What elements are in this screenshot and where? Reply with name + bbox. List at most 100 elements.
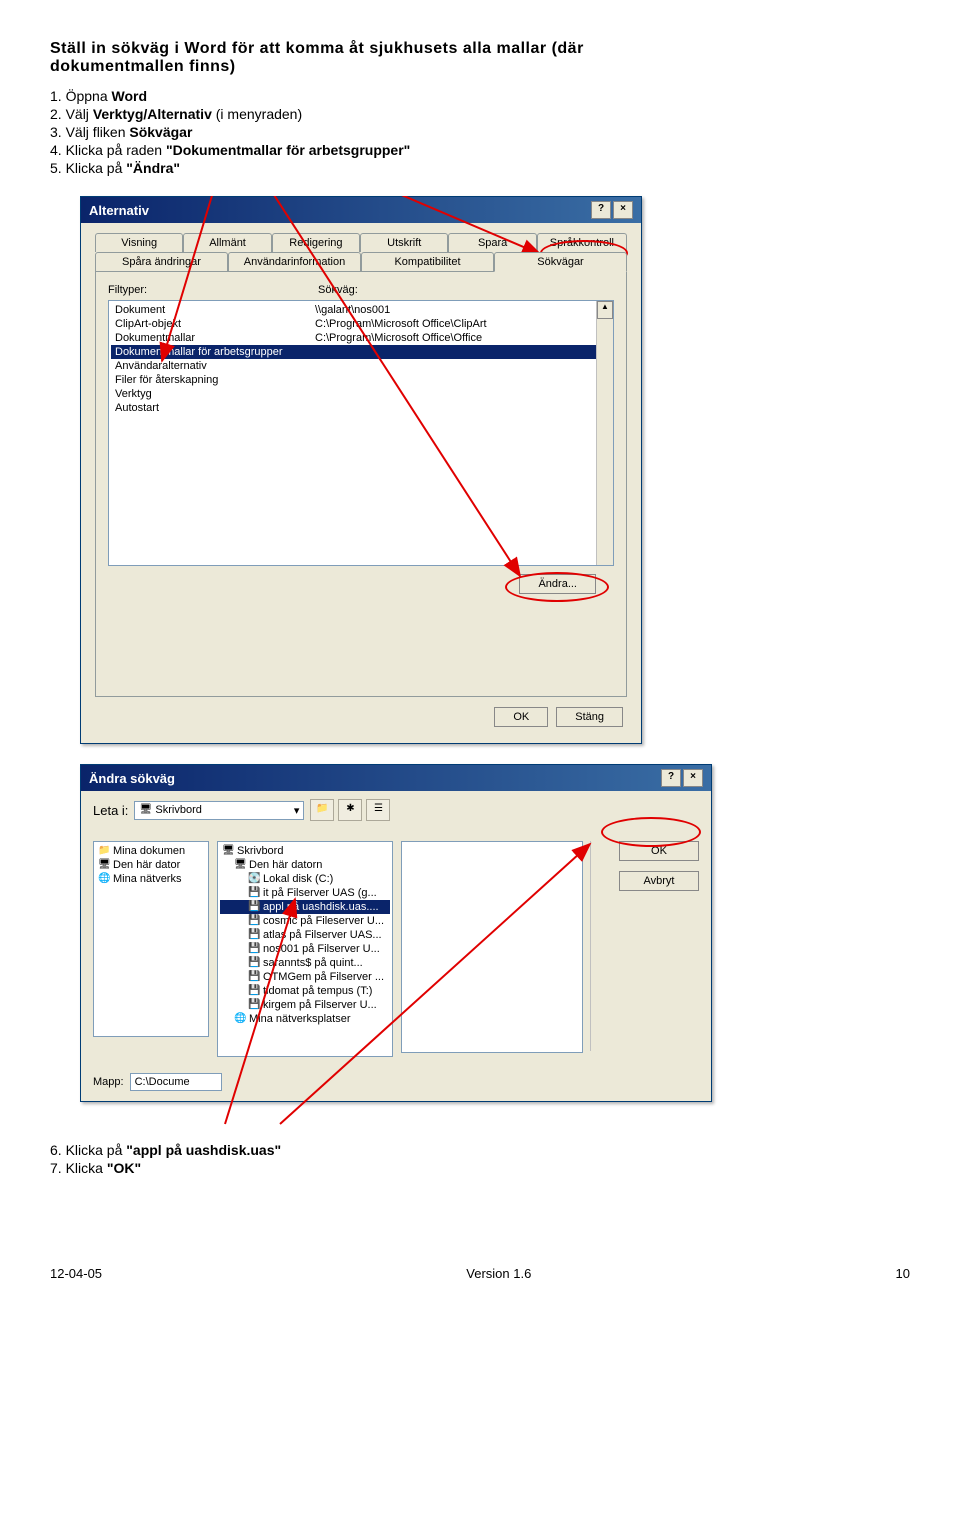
list-item[interactable]: 💾atlas på Filserver UAS... [220,928,390,942]
tab-spara[interactable]: Spara [448,233,536,252]
list-item[interactable]: 🖥Den här datorn [220,858,390,872]
leta-label: Leta i: [93,803,128,818]
step7-text: 7. Klicka [50,1160,107,1176]
mapp-input[interactable]: C:\Docume [130,1073,222,1091]
list-path: \\galant\nos001 [315,304,390,316]
network-icon: 🌐 [234,1013,246,1025]
list-item[interactable]: Filer för återskapning [115,374,315,386]
list-view-icon[interactable]: ☰ [366,799,390,821]
list-item[interactable]: 🌐Mina nätverksplatser [220,1012,390,1026]
netdrive-icon: 💾 [248,929,260,941]
list-item[interactable]: 💾tidomat på tempus (T:) [220,984,390,998]
list-item-selected[interactable]: 💾appl på uashdisk.uas.... [220,900,390,914]
help-icon[interactable]: ? [591,201,611,219]
list-item[interactable]: 💽Lokal disk (C:) [220,872,390,886]
stang-button[interactable]: Stäng [556,707,623,727]
netdrive-icon: 💾 [248,985,260,997]
avbryt-button[interactable]: Avbryt [619,871,699,891]
step1-bold: Word [112,88,148,104]
disk-icon: 💽 [248,873,260,885]
tab-utskrift[interactable]: Utskrift [360,233,448,252]
step2-text: 2. Välj [50,106,93,122]
scroll-up-icon[interactable]: ▲ [597,301,613,319]
folder-icon: 📁 [98,845,110,857]
tab-sokvagar[interactable]: Sökvägar [494,252,627,272]
step6-text: 6. Klicka på [50,1142,126,1158]
list-item-selected[interactable]: Dokumentmallar för arbetsgrupper [115,346,315,358]
leta-dropdown[interactable]: 🖥 Skrivbord ▾ [134,801,304,820]
paths-listbox[interactable]: Dokument\\galant\nos001 ClipArt-objektC:… [108,300,614,566]
close-icon[interactable]: × [613,201,633,219]
netdrive-icon: 💾 [248,957,260,969]
tab-redigering[interactable]: Redigering [272,233,360,252]
new-folder-icon[interactable]: ✱ [338,799,362,821]
tab-anvandarinfo[interactable]: Användarinformation [228,252,361,272]
list-item[interactable]: 💾it på Filserver UAS (g... [220,886,390,900]
tab-visning[interactable]: Visning [95,233,183,252]
folder-tree[interactable]: 🖥Skrivbord 🖥Den här datorn 💽Lokal disk (… [217,841,393,1057]
list-item[interactable]: 🌐Mina nätverks [96,872,206,886]
places-bar[interactable]: 📁Mina dokumen 🖥Den här dator 🌐Mina nätve… [93,841,209,1037]
step2-suffix: (i menyraden) [212,106,302,122]
list-item[interactable]: 🖥Skrivbord [220,844,390,858]
netdrive-icon: 💾 [248,999,260,1011]
list-item[interactable]: 📁Mina dokumen [96,844,206,858]
list-item[interactable]: 💾cosmic på Fileserver U... [220,914,390,928]
list-item[interactable]: Verktyg [115,388,315,400]
filtyper-label: Filtyper: [108,284,318,296]
computer-icon: 🖥 [234,859,246,871]
scrollbar[interactable] [590,841,607,1051]
page-title-line1: Ställ in sökväg i Word för att komma åt … [50,40,584,57]
step1-text: 1. Öppna [50,88,112,104]
list-path: C:\Program\Microsoft Office\ClipArt [315,318,487,330]
tab-allmant[interactable]: Allmänt [183,233,271,252]
footer-date: 12-04-05 [50,1266,102,1281]
list-item[interactable]: 💾OTMGem på Filserver ... [220,970,390,984]
sokvag-label: Sökväg: [318,284,358,296]
computer-icon: 🖥 [98,859,110,871]
file-list[interactable] [401,841,583,1053]
list-item[interactable]: 🖥Den här dator [96,858,206,872]
options-dialog: Alternativ ? × Visning Allmänt Redigerin… [80,196,642,744]
list-item[interactable]: ClipArt-objekt [115,318,315,330]
list-item[interactable]: Autostart [115,402,315,414]
step3-bold: Sökvägar [129,124,192,140]
footer-version: Version 1.6 [466,1266,531,1281]
up-folder-icon[interactable]: 📁 [310,799,334,821]
scrollbar[interactable]: ▲ [596,301,613,565]
step7-bold: "OK" [107,1160,141,1176]
list-item[interactable]: Dokumentmallar [115,332,315,344]
step5-text: 5. Klicka på [50,160,126,176]
network-icon: 🌐 [98,873,110,885]
tab-spara-andringar[interactable]: Spåra ändringar [95,252,228,272]
list-item[interactable]: 💾nos001 på Filserver U... [220,942,390,956]
netdrive-icon: 💾 [248,971,260,983]
dialog-title: Ändra sökväg [89,771,175,786]
dialog-title: Alternativ [89,203,149,218]
change-path-dialog: Ändra sökväg ? × Leta i: 🖥 Skrivbord ▾ 📁… [80,764,712,1102]
desktop-icon: 🖥 [139,804,151,816]
tab-sprakkontroll[interactable]: Språkkontroll [537,233,627,252]
help-icon[interactable]: ? [661,769,681,787]
netdrive-icon: 💾 [248,943,260,955]
step6-bold: "appl på uashdisk.uas" [126,1142,281,1158]
andra-button[interactable]: Ändra... [519,574,596,594]
instruction-steps: 1. Öppna Word 2. Välj Verktyg/Alternativ… [50,88,910,176]
footer-page: 10 [896,1266,910,1281]
list-item[interactable]: 💾sarannts$ på quint... [220,956,390,970]
list-item[interactable]: 💾kirgem på Filserver U... [220,998,390,1012]
close-icon[interactable]: × [683,769,703,787]
dropdown-value: Skrivbord [155,804,201,816]
ok-button[interactable]: OK [494,707,548,727]
tab-kompatibilitet[interactable]: Kompatibilitet [361,252,494,272]
step2-bold: Verktyg/Alternativ [93,106,212,122]
list-path: C:\Program\Microsoft Office\Office [315,332,482,344]
ok-button[interactable]: OK [619,841,699,861]
desktop-icon: 🖥 [222,845,234,857]
list-item[interactable]: Användaralternativ [115,360,315,372]
netdrive-icon: 💾 [248,901,260,913]
mapp-label: Mapp: [93,1076,124,1088]
list-item[interactable]: Dokument [115,304,315,316]
step4-bold: "Dokumentmallar för arbetsgrupper" [166,142,410,158]
step3-text: 3. Välj fliken [50,124,129,140]
